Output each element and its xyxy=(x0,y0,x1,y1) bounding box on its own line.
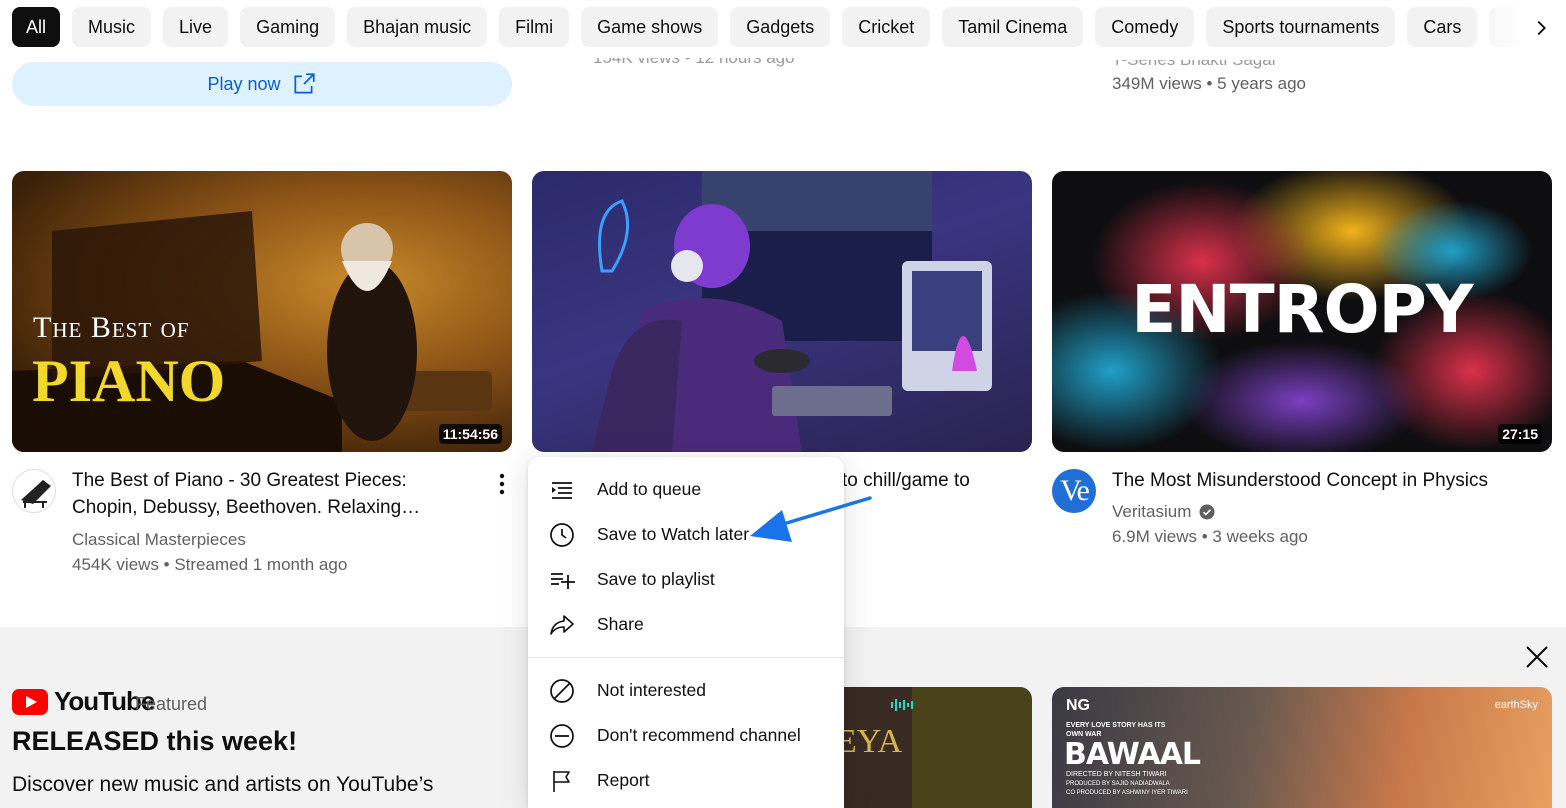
bawaal-logo: NG xyxy=(1066,697,1090,714)
video-title[interactable]: The Best of Piano - 30 Greatest Pieces: … xyxy=(72,467,472,521)
shelf-title: RELEASED this week! xyxy=(12,726,298,756)
chip-bhajan-music[interactable]: Bhajan music xyxy=(347,7,488,47)
bawaal-producer: PRODUCED BY SAJID NADIADWALA xyxy=(1066,781,1170,787)
flag-icon xyxy=(553,770,570,792)
thumb-overlay-line1: The Best of xyxy=(33,311,190,344)
video-thumbnail-entropy[interactable]: ENTROPY 27:15 xyxy=(1052,171,1552,452)
menu-item-share[interactable]: Share xyxy=(528,602,844,647)
block-icon xyxy=(550,678,574,703)
shelf-thumb1-text: EYA xyxy=(836,723,903,760)
avatar-text: Ve xyxy=(1060,474,1090,507)
video-meta: 454K views • Streamed 1 month ago xyxy=(72,555,348,574)
play-now-label: Play now xyxy=(207,73,281,94)
chip-cars[interactable]: Cars xyxy=(1407,7,1478,47)
bawaal-title: BAWAAL xyxy=(1064,737,1201,772)
bawaal-coproducer: CO PRODUCED BY ASHWINY IYER TIWARI xyxy=(1066,790,1188,796)
menu-item-label: Add to queue xyxy=(597,479,702,499)
video-meta: 6.9M views • 3 weeks ago xyxy=(1112,527,1308,546)
share-icon xyxy=(550,614,574,635)
chip-comedy[interactable]: Comedy xyxy=(1095,7,1195,47)
menu-item-not-interested[interactable]: Not interested xyxy=(528,668,844,713)
chip-bar: All Music Live Gaming Bhajan music Filmi… xyxy=(0,0,1566,56)
video-duration: 27:15 xyxy=(1498,424,1542,444)
chips-next-button[interactable] xyxy=(1522,9,1560,47)
menu-item-report[interactable]: Report xyxy=(528,758,844,803)
thumb-overlay-line2: PIANO xyxy=(32,348,226,414)
menu-item-label: Save to Watch later xyxy=(597,524,750,544)
more-vert-icon xyxy=(499,473,505,495)
chip-game-shows[interactable]: Game shows xyxy=(581,7,719,47)
right-video-meta: 349M views • 5 years ago xyxy=(1112,74,1306,93)
chip-sports-tournaments[interactable]: Sports tournaments xyxy=(1206,7,1396,47)
queue-icon xyxy=(552,481,572,499)
chip-tamil-cinema[interactable]: Tamil Cinema xyxy=(942,7,1084,47)
playlist-add-icon xyxy=(551,572,575,589)
video-thumbnail-lofi[interactable] xyxy=(532,171,1032,452)
shelf-description: Discover new music and artists on YouTub… xyxy=(12,773,434,796)
video-title[interactable]: The Most Misunderstood Concept in Physic… xyxy=(1112,467,1552,494)
chip-cricket[interactable]: Cricket xyxy=(842,7,931,47)
video-channel[interactable]: Veritasium xyxy=(1112,499,1191,524)
youtube-play-icon xyxy=(12,688,48,715)
youtube-logo: YouTube xyxy=(12,686,155,717)
channel-avatar-veritasium[interactable]: Ve xyxy=(1052,469,1096,513)
video-duration: 11:54:56 xyxy=(438,424,502,444)
chevron-right-icon xyxy=(1537,20,1546,36)
menu-divider xyxy=(528,657,844,658)
video-thumbnail-piano[interactable]: The Best of PIANO 11:54:56 xyxy=(12,171,512,452)
more-options-button[interactable] xyxy=(490,470,514,498)
chip-all[interactable]: All xyxy=(12,7,61,47)
piano-avatar-icon xyxy=(21,480,51,508)
audio-wave-icon xyxy=(891,699,913,711)
play-now-button[interactable]: Play now xyxy=(12,62,512,106)
lofi-artwork xyxy=(592,171,992,452)
shelf-thumbnail-bawaal[interactable]: NG earthSky EVERY LOVE STORY HAS ITS OWN… xyxy=(1052,687,1552,808)
chip-list: All Music Live Gaming Bhajan music Filmi… xyxy=(12,7,1550,47)
menu-item-dont-recommend-channel[interactable]: Don't recommend channel xyxy=(528,713,844,758)
external-link-icon xyxy=(293,73,315,94)
thumb-overlay-entropy: ENTROPY xyxy=(1131,271,1473,348)
video-channel-row: Veritasium xyxy=(1112,499,1215,524)
close-icon xyxy=(1526,646,1548,668)
clock-icon xyxy=(550,522,574,547)
minus-circle-icon xyxy=(550,723,574,748)
chip-live[interactable]: Live xyxy=(163,7,229,47)
menu-item-label: Not interested xyxy=(597,680,706,700)
video-channel[interactable]: Classical Masterpieces xyxy=(72,527,246,552)
verified-icon xyxy=(1199,504,1215,519)
chip-filmi[interactable]: Filmi xyxy=(499,7,570,47)
menu-item-label: Share xyxy=(597,614,644,634)
menu-item-save-to-playlist[interactable]: Save to playlist xyxy=(528,557,844,602)
bawaal-director: DIRECTED BY NITESH TIWARI xyxy=(1066,771,1167,778)
chip-gadgets[interactable]: Gadgets xyxy=(730,7,831,47)
dismiss-shelf-button[interactable] xyxy=(1521,641,1553,673)
annotation-arrow-icon xyxy=(750,496,872,542)
channel-avatar-classical[interactable] xyxy=(12,469,56,513)
chip-gaming[interactable]: Gaming xyxy=(240,7,336,47)
bawaal-studio: earthSky xyxy=(1494,699,1538,711)
menu-item-label: Save to playlist xyxy=(597,569,715,589)
menu-item-label: Report xyxy=(597,770,650,790)
menu-item-label: Don't recommend channel xyxy=(597,725,801,745)
chip-music[interactable]: Music xyxy=(72,7,152,47)
featured-label: Featured xyxy=(135,694,208,714)
